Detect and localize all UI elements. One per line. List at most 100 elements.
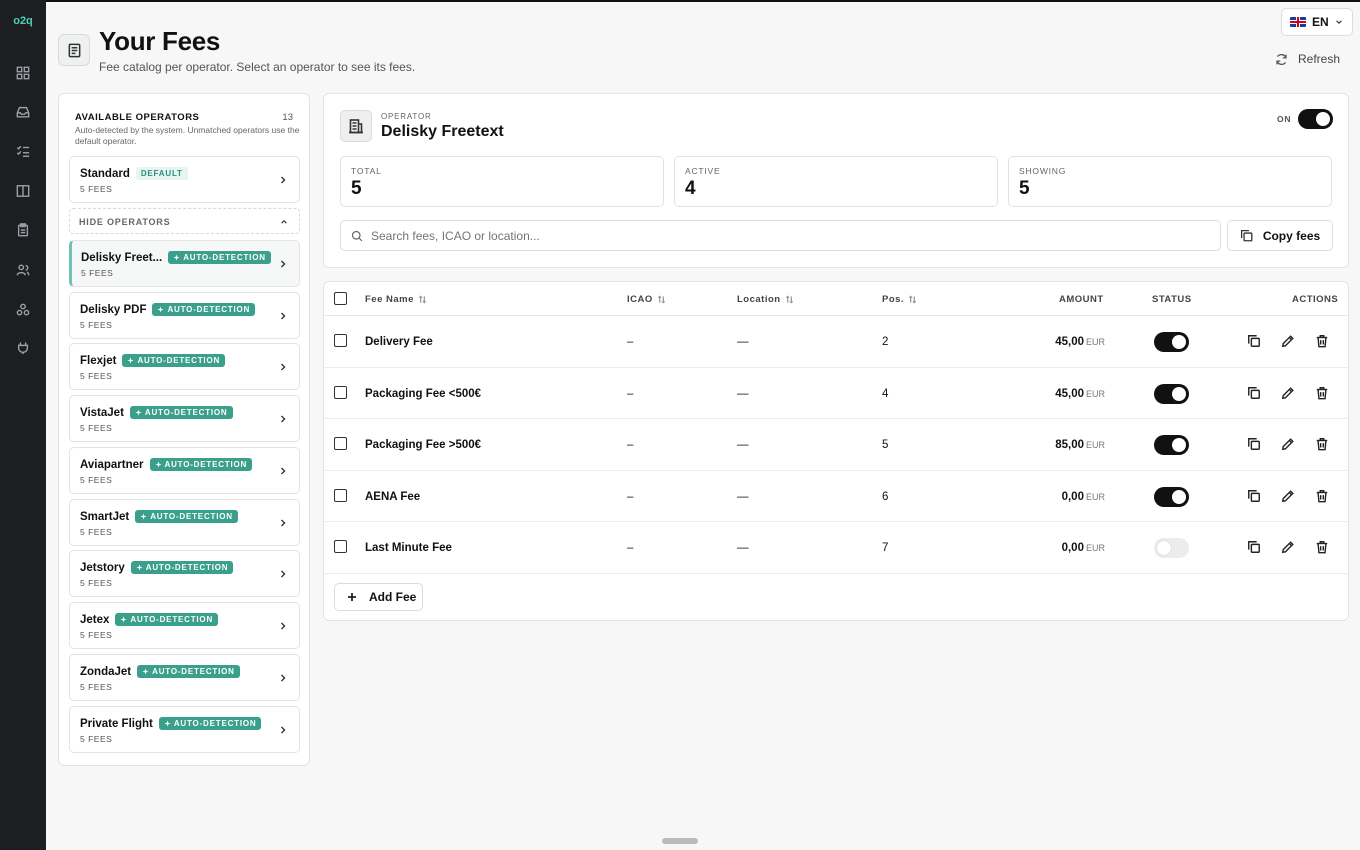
checklist-icon[interactable]	[13, 141, 33, 161]
operators-count: 13	[282, 112, 293, 123]
duplicate-fee-button[interactable]	[1247, 437, 1261, 451]
operator-card[interactable]: SmartJet AUTO-DETECTION 5 FEES	[69, 499, 300, 546]
network-icon[interactable]	[13, 300, 33, 320]
scroll-handle[interactable]	[662, 838, 698, 844]
auto-detection-badge: AUTO-DETECTION	[137, 665, 240, 678]
amount-currency: EUR	[1085, 440, 1105, 450]
operator-card[interactable]: Aviapartner AUTO-DETECTION 5 FEES	[69, 447, 300, 494]
fee-status-toggle[interactable]	[1154, 486, 1189, 507]
operator-card[interactable]: Delisky PDF AUTO-DETECTION 5 FEES	[69, 292, 300, 339]
dashboard-icon[interactable]	[13, 63, 33, 83]
delete-fee-button[interactable]	[1315, 437, 1329, 451]
badge-label: AUTO-DETECTION	[150, 512, 233, 521]
operator-card-standard[interactable]: Standard DEFAULT 5 FEES	[69, 156, 300, 203]
chevron-right-icon	[281, 260, 286, 268]
auto-detection-badge: AUTO-DETECTION	[129, 406, 233, 419]
stat-total: TOTAL 5	[340, 156, 664, 207]
auto-detection-badge: AUTO-DETECTION	[135, 510, 238, 523]
row-checkbox[interactable]	[334, 540, 347, 553]
operator-name: Aviapartner	[80, 458, 144, 471]
row-checkbox[interactable]	[334, 488, 347, 502]
column-header-location[interactable]: Location	[737, 294, 794, 305]
operator-name: Jetstory	[80, 561, 125, 574]
fee-name: Packaging Fee <500€	[365, 387, 482, 400]
fee-search-input[interactable]	[371, 228, 1211, 243]
copy-icon	[1248, 438, 1260, 450]
operator-card[interactable]: Delisky Freet... AUTO-DETECTION 5 FEES	[69, 240, 300, 287]
inbox-icon[interactable]	[13, 102, 33, 122]
duplicate-fee-button[interactable]	[1247, 540, 1261, 554]
operator-card[interactable]: Private Flight AUTO-DETECTION 5 FEES	[69, 706, 300, 753]
row-checkbox[interactable]	[334, 385, 347, 399]
fee-status-toggle[interactable]	[1154, 538, 1189, 558]
fee-icao: –	[627, 336, 634, 348]
fee-amount: 0,00 EUR	[985, 491, 1105, 503]
edit-fee-button[interactable]	[1281, 437, 1295, 451]
column-header-pos[interactable]: Pos.	[882, 294, 917, 305]
auto-detection-badge: AUTO-DETECTION	[115, 613, 219, 626]
operator-fee-count: 5 FEES	[80, 184, 113, 194]
copy-fees-button[interactable]: Copy fees	[1227, 220, 1333, 251]
operator-card[interactable]: Flexjet AUTO-DETECTION 5 FEES	[69, 343, 300, 390]
pencil-icon	[1281, 541, 1294, 554]
add-fee-button[interactable]: Add Fee	[334, 583, 423, 611]
sparkle-icon	[136, 564, 143, 571]
operator-card[interactable]: Jetex AUTO-DETECTION 5 FEES	[69, 602, 300, 649]
table-row: Last Minute Fee – — 7 0,00 EUR	[324, 522, 1348, 574]
language-selector[interactable]: EN	[1281, 8, 1353, 36]
sparkle-icon	[173, 254, 180, 261]
users-icon[interactable]	[13, 260, 33, 280]
operator-card[interactable]: VistaJet AUTO-DETECTION 5 FEES	[69, 395, 300, 442]
fee-location: —	[737, 336, 749, 348]
column-label: ICAO	[627, 294, 653, 305]
duplicate-fee-button[interactable]	[1247, 386, 1261, 400]
badge-label: AUTO-DETECTION	[130, 615, 214, 624]
badge-label: AUTO-DETECTION	[173, 719, 257, 728]
clipboard-icon[interactable]	[13, 220, 33, 240]
edit-fee-button[interactable]	[1281, 489, 1295, 503]
delete-fee-button[interactable]	[1315, 334, 1329, 348]
operator-enabled-toggle[interactable]	[1298, 109, 1333, 129]
sparkle-icon	[120, 616, 128, 623]
plus-icon	[348, 593, 356, 601]
edit-fee-button[interactable]	[1281, 386, 1295, 400]
plug-icon[interactable]	[13, 338, 33, 358]
copy-icon	[1248, 335, 1260, 347]
stat-showing: SHOWING 5	[1008, 156, 1332, 207]
operator-name: ZondaJet	[80, 665, 132, 678]
delete-fee-button[interactable]	[1315, 386, 1329, 400]
app-logo[interactable]: o2q	[0, 15, 46, 27]
row-checkbox[interactable]	[334, 437, 347, 450]
edit-fee-button[interactable]	[1281, 540, 1295, 554]
chevron-right-icon	[281, 312, 286, 320]
duplicate-fee-button[interactable]	[1247, 334, 1261, 348]
operator-card[interactable]: ZondaJet AUTO-DETECTION 5 FEES	[69, 654, 300, 701]
stat-value: 4	[685, 178, 696, 199]
duplicate-fee-button[interactable]	[1247, 489, 1261, 503]
column-header-actions: ACTIONS	[1292, 294, 1339, 305]
delete-fee-button[interactable]	[1315, 540, 1329, 554]
operator-title: Delisky Freetext	[381, 123, 504, 140]
delete-fee-button[interactable]	[1315, 489, 1329, 503]
auto-detection-badge: AUTO-DETECTION	[130, 561, 234, 574]
hide-operators-toggle[interactable]: HIDE OPERATORS	[69, 208, 300, 234]
language-label: EN	[1312, 15, 1329, 29]
row-checkbox[interactable]	[334, 334, 347, 347]
trash-icon	[1316, 438, 1328, 451]
refresh-button[interactable]: Refresh	[1275, 52, 1340, 66]
column-header-fee-name[interactable]: Fee Name	[365, 294, 427, 305]
trash-icon	[1316, 335, 1328, 348]
operator-fee-count: 5 FEES	[81, 268, 114, 278]
fee-status-toggle[interactable]	[1154, 383, 1189, 404]
pencil-icon	[1281, 438, 1294, 451]
operator-card[interactable]: Jetstory AUTO-DETECTION 5 FEES	[69, 550, 300, 597]
stat-label: SHOWING	[1019, 166, 1067, 176]
select-all-checkbox[interactable]	[334, 292, 347, 305]
book-icon[interactable]	[13, 181, 33, 201]
fee-status-toggle[interactable]	[1154, 332, 1189, 352]
fee-status-toggle[interactable]	[1154, 435, 1189, 455]
operator-name: Jetex	[80, 613, 110, 626]
column-header-icao[interactable]: ICAO	[627, 294, 666, 305]
edit-fee-button[interactable]	[1281, 334, 1295, 348]
fee-icao: –	[627, 387, 634, 400]
